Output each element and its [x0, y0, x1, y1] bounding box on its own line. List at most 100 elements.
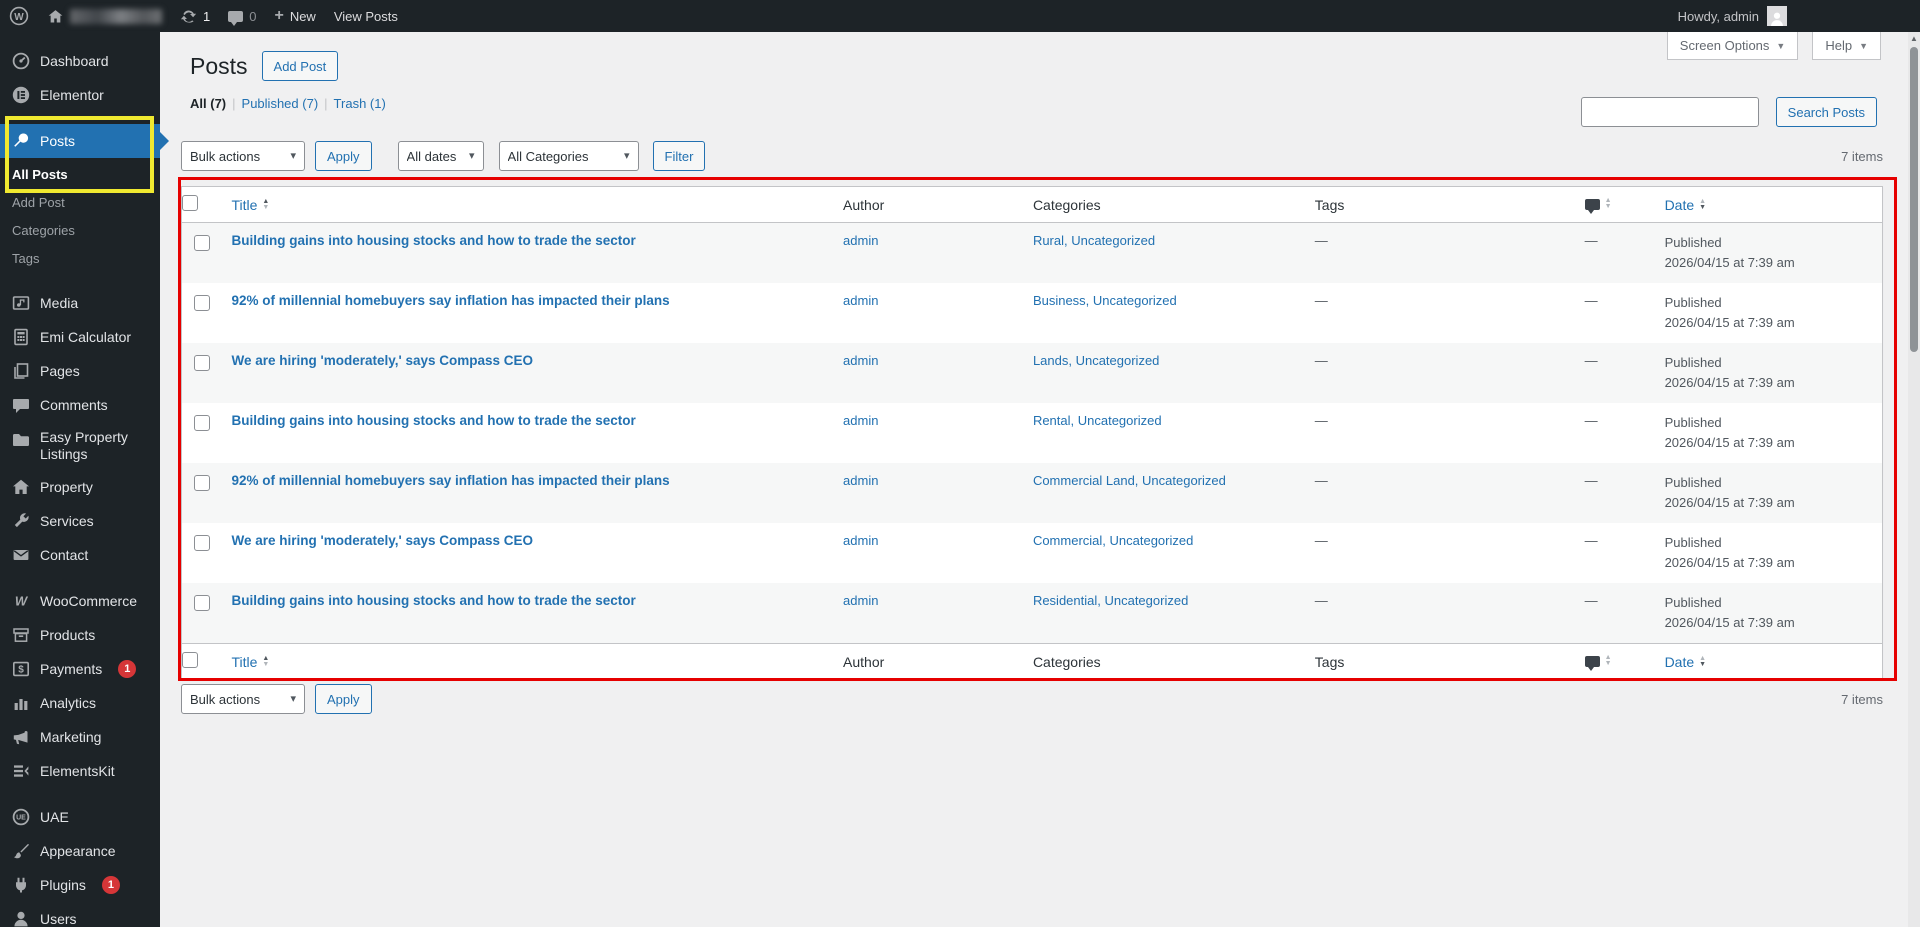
- add-post-button[interactable]: Add Post: [261, 51, 339, 81]
- post-author-link[interactable]: admin: [843, 233, 878, 248]
- wordpress-logo-menu[interactable]: W: [0, 0, 38, 32]
- post-author-link[interactable]: admin: [843, 593, 878, 608]
- row-select-checkbox[interactable]: [193, 355, 210, 371]
- sidebar-item-property[interactable]: Property: [0, 470, 160, 504]
- post-categories-link[interactable]: Business, Uncategorized: [1033, 293, 1177, 308]
- avatar[interactable]: [1767, 6, 1787, 26]
- sidebar-item-plugins[interactable]: Plugins 1: [0, 868, 160, 902]
- post-title-link[interactable]: 92% of millennial homebuyers say inflati…: [231, 473, 669, 488]
- home-icon: [47, 8, 64, 25]
- sidebar-item-analytics[interactable]: Analytics: [0, 686, 160, 720]
- howdy-admin-label[interactable]: Howdy, admin: [1678, 9, 1759, 24]
- sidebar-item-comments[interactable]: Comments: [0, 388, 160, 422]
- sidebar-item-woocommerce[interactable]: W WooCommerce: [0, 584, 160, 618]
- comments-menu[interactable]: 0: [219, 0, 265, 32]
- sort-by-title-top[interactable]: Title ▲ ▼: [231, 197, 269, 213]
- sidebar-item-appearance[interactable]: Appearance: [0, 834, 160, 868]
- sidebar-item-pages[interactable]: Pages: [0, 354, 160, 388]
- sidebar-item-posts[interactable]: Posts: [0, 124, 160, 158]
- row-select-checkbox[interactable]: [193, 415, 210, 431]
- sidebar-item-media[interactable]: Media: [0, 286, 160, 320]
- sort-by-title-bottom[interactable]: Title ▲ ▼: [231, 654, 269, 670]
- admin-bar: W 1 0 + New View Posts Howdy, admin: [0, 0, 1920, 32]
- sort-by-comments-top[interactable]: ▲ ▼: [1584, 197, 1612, 214]
- post-author-link[interactable]: admin: [843, 413, 878, 428]
- sort-arrows-icon: ▲ ▼: [262, 654, 270, 668]
- sidebar-item-services[interactable]: Services: [0, 504, 160, 538]
- post-author-link[interactable]: admin: [843, 293, 878, 308]
- filter-button[interactable]: Filter: [652, 141, 706, 171]
- sidebar-item-uae[interactable]: UE UAE: [0, 800, 160, 834]
- posts-table-body: Building gains into housing stocks and h…: [181, 222, 1883, 644]
- updates-menu[interactable]: 1: [171, 0, 219, 32]
- post-date: 2026/04/15 at 7:39 am: [1664, 255, 1795, 270]
- apply-button-top[interactable]: Apply: [315, 141, 372, 171]
- view-posts-link[interactable]: View Posts: [325, 0, 407, 32]
- search-posts-input[interactable]: [1580, 97, 1759, 127]
- post-title-link[interactable]: Building gains into housing stocks and h…: [231, 593, 635, 608]
- sort-by-date-top[interactable]: Date ▲ ▼: [1665, 197, 1707, 213]
- row-select-checkbox[interactable]: [193, 235, 210, 251]
- elementskit-icon: [11, 761, 31, 781]
- sidebar-item-dashboard[interactable]: Dashboard: [0, 44, 160, 78]
- view-all-link[interactable]: All (7): [190, 96, 226, 111]
- payments-badge: 1: [118, 660, 137, 678]
- post-title-link[interactable]: We are hiring 'moderately,' says Compass…: [231, 533, 533, 548]
- screen-options-button[interactable]: Screen Options ▼: [1666, 32, 1799, 60]
- submenu-tags[interactable]: Tags: [0, 244, 160, 272]
- sort-by-comments-bottom[interactable]: ▲ ▼: [1584, 654, 1612, 671]
- vertical-scrollbar[interactable]: ▲: [1908, 32, 1920, 927]
- bulk-actions-select-bottom[interactable]: Bulk actions: [181, 684, 305, 714]
- sidebar-item-elementor[interactable]: Elementor: [0, 78, 160, 112]
- sidebar-item-products[interactable]: Products: [0, 618, 160, 652]
- post-comments-value: —: [1584, 413, 1598, 428]
- post-categories-link[interactable]: Lands, Uncategorized: [1033, 353, 1159, 368]
- row-select-checkbox[interactable]: [193, 535, 210, 551]
- sidebar-item-payments[interactable]: $ Payments 1: [0, 652, 160, 686]
- post-categories-link[interactable]: Commercial, Uncategorized: [1033, 533, 1193, 548]
- post-categories-link[interactable]: Rental, Uncategorized: [1033, 413, 1162, 428]
- submenu-add-post[interactable]: Add Post: [0, 188, 160, 216]
- post-categories-link[interactable]: Commercial Land, Uncategorized: [1033, 473, 1226, 488]
- post-categories-link[interactable]: Rural, Uncategorized: [1033, 233, 1155, 248]
- select-all-checkbox-top[interactable]: [182, 195, 198, 211]
- user-icon: [11, 909, 31, 927]
- row-select-checkbox[interactable]: [193, 295, 210, 311]
- post-categories-link[interactable]: Residential, Uncategorized: [1033, 593, 1188, 608]
- apply-button-bottom[interactable]: Apply: [315, 684, 372, 714]
- categories-filter-select[interactable]: All Categories: [498, 141, 639, 171]
- sort-by-date-bottom[interactable]: Date ▲ ▼: [1665, 654, 1707, 670]
- sidebar-item-contact[interactable]: Contact: [0, 538, 160, 572]
- comments-column-icon: [1584, 198, 1600, 214]
- view-published-link[interactable]: Published (7): [242, 96, 319, 111]
- sidebar-item-users[interactable]: Users: [0, 902, 160, 927]
- view-trash-link[interactable]: Trash (1): [334, 96, 386, 111]
- post-title-link[interactable]: Building gains into housing stocks and h…: [231, 413, 635, 428]
- sidebar-item-emi-calculator[interactable]: Emi Calculator: [0, 320, 160, 354]
- post-title-link[interactable]: Building gains into housing stocks and h…: [231, 233, 635, 248]
- sidebar-item-elementskit[interactable]: ElementsKit: [0, 754, 160, 788]
- row-select-checkbox[interactable]: [193, 595, 210, 611]
- sidebar-item-marketing[interactable]: Marketing: [0, 720, 160, 754]
- post-title-link[interactable]: 92% of millennial homebuyers say inflati…: [231, 293, 669, 308]
- dates-filter-select[interactable]: All dates: [397, 141, 484, 171]
- row-select-checkbox[interactable]: [193, 475, 210, 491]
- search-posts-button[interactable]: Search Posts: [1775, 97, 1877, 127]
- site-menu[interactable]: [38, 0, 171, 32]
- scrollbar-up-arrow-icon[interactable]: ▲: [1908, 32, 1920, 46]
- post-author-link[interactable]: admin: [843, 353, 878, 368]
- help-button[interactable]: Help ▼: [1812, 32, 1881, 60]
- post-title-link[interactable]: We are hiring 'moderately,' says Compass…: [231, 353, 533, 368]
- submenu-categories[interactable]: Categories: [0, 216, 160, 244]
- post-author-link[interactable]: admin: [843, 533, 878, 548]
- post-tags-value: —: [1314, 593, 1328, 608]
- post-status: Published: [1664, 535, 1722, 550]
- table-row: Building gains into housing stocks and h…: [181, 583, 1883, 644]
- new-content-menu[interactable]: + New: [265, 0, 324, 32]
- scrollbar-thumb[interactable]: [1910, 47, 1918, 352]
- sidebar-item-easy-property-listings[interactable]: Easy Property Listings: [0, 422, 160, 470]
- select-all-checkbox-bottom[interactable]: [182, 652, 198, 668]
- submenu-all-posts[interactable]: All Posts: [0, 160, 160, 188]
- post-author-link[interactable]: admin: [843, 473, 878, 488]
- bulk-actions-select-top[interactable]: Bulk actions: [181, 141, 305, 171]
